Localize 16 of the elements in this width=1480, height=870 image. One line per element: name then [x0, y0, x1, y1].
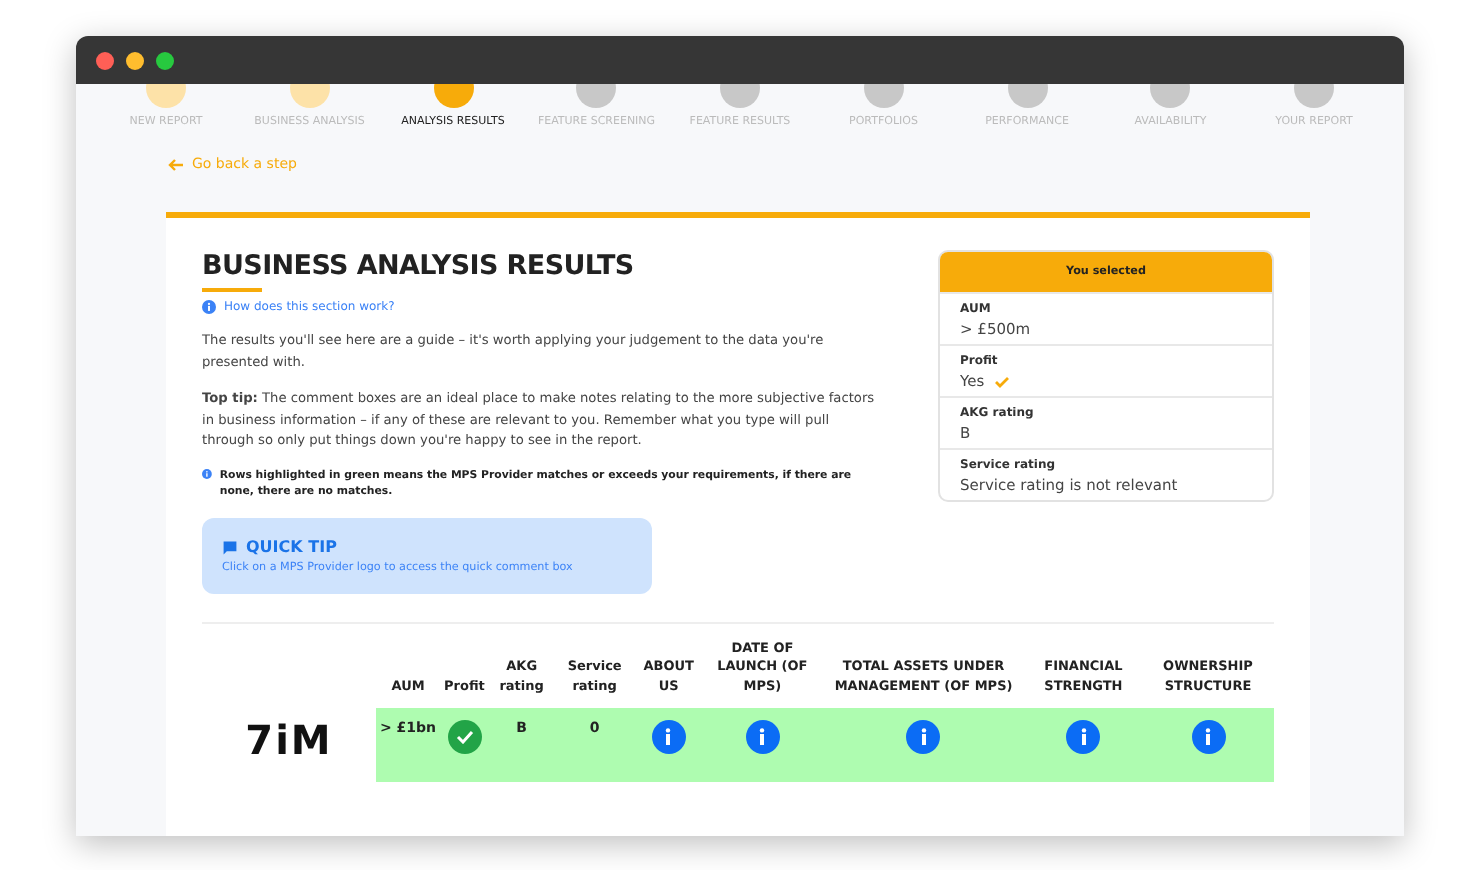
info-icon[interactable]	[1191, 720, 1225, 755]
info-icon[interactable]	[1066, 720, 1101, 755]
page-title: BUSINESS ANALYSIS RESULTS	[202, 250, 636, 282]
close-icon[interactable]	[96, 51, 114, 69]
info-icon[interactable]	[651, 720, 686, 755]
quick-tip-title: QUICK TIP	[246, 538, 337, 557]
chat-icon	[222, 539, 238, 556]
provider-logo[interactable]: 7iM	[202, 708, 376, 783]
minimize-icon[interactable]	[126, 51, 144, 69]
left-arrow-icon	[168, 157, 184, 171]
maximize-icon[interactable]	[156, 51, 174, 69]
check-icon	[447, 720, 482, 755]
info-icon[interactable]	[745, 720, 780, 755]
info-icon	[202, 467, 212, 480]
info-icon	[202, 300, 216, 314]
info-icon[interactable]	[906, 720, 941, 755]
